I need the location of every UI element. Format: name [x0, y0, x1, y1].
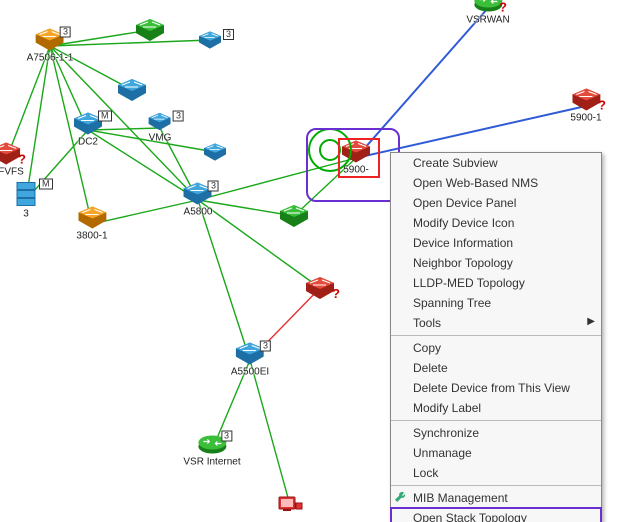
- device-node-dev_green_mid[interactable]: [280, 205, 308, 227]
- device-node-vmg[interactable]: 3 VMG: [149, 113, 172, 144]
- device-node-a5800[interactable]: 3 A5800: [184, 183, 213, 218]
- switch-blue-icon: M: [74, 113, 102, 135]
- device-node-dc2[interactable]: M DC2: [74, 113, 102, 148]
- device-node-irfvfs[interactable]: ?IRFVFS: [0, 143, 24, 178]
- menu-item-lldp-med-topology[interactable]: LLDP-MED Topology: [391, 273, 601, 293]
- warning-icon: ?: [598, 98, 606, 113]
- node-label: IRFVFS: [0, 167, 24, 178]
- device-node-a5500[interactable]: 3 A5500EI: [231, 343, 269, 378]
- node-badge: 3: [221, 431, 232, 442]
- menu-item-synchronize[interactable]: Synchronize: [391, 423, 601, 443]
- node-badge: 3: [208, 181, 219, 192]
- menu-separator: [391, 335, 601, 336]
- menu-item-lock[interactable]: Lock: [391, 463, 601, 483]
- switch-blue-icon: [118, 79, 146, 101]
- device-node-dev_blue1[interactable]: [118, 79, 146, 101]
- menu-item-spanning-tree[interactable]: Spanning Tree: [391, 293, 601, 313]
- device-node-stack3[interactable]: M3: [15, 181, 37, 220]
- menu-separator: [391, 420, 601, 421]
- node-label: 3: [23, 209, 29, 220]
- node-label: 5900-1: [570, 113, 601, 124]
- menu-item-open-web-based-nms[interactable]: Open Web-Based NMS: [391, 173, 601, 193]
- menu-item-unmanage[interactable]: Unmanage: [391, 443, 601, 463]
- menu-item-copy[interactable]: Copy: [391, 338, 601, 358]
- device-node-dev_red_mid[interactable]: ?: [306, 277, 334, 299]
- warning-icon: ?: [499, 0, 507, 15]
- node-label: A5500EI: [231, 367, 269, 378]
- node-label: DC2: [78, 137, 98, 148]
- device-node-dev_unk1[interactable]: [204, 143, 226, 161]
- device-node-dev_green1[interactable]: [136, 19, 164, 41]
- switch-green-icon: [280, 205, 308, 227]
- selected-device-box: [338, 138, 380, 178]
- topology-canvas[interactable]: { "colors": { "green_link": "#1aa81a", "…: [0, 0, 624, 522]
- stack-blue-icon: M: [15, 181, 37, 207]
- device-node-n3800[interactable]: 3800-1: [76, 207, 107, 242]
- router-green-icon: 3: [197, 433, 227, 455]
- menu-item-mib-management[interactable]: MIB Management: [391, 488, 601, 508]
- switch-orange-icon: [78, 207, 106, 229]
- switch-blue-small-icon: 3: [149, 113, 171, 131]
- switch-blue-icon: 3: [184, 183, 212, 205]
- switch-red-icon: ?: [572, 89, 600, 111]
- menu-item-tools[interactable]: Tools▶: [391, 313, 601, 333]
- menu-item-open-device-panel[interactable]: Open Device Panel: [391, 193, 601, 213]
- device-node-vsrint[interactable]: 3 VSR Internet: [183, 433, 240, 468]
- device-node-vsrwan[interactable]: ?VSRWAN: [466, 0, 509, 26]
- switch-red-icon: ?: [0, 143, 20, 165]
- warning-icon: ?: [332, 286, 340, 301]
- warning-icon: ?: [18, 152, 26, 167]
- pc-red-icon: [277, 495, 303, 515]
- menu-separator: [391, 485, 601, 486]
- switch-blue-small-icon: [204, 143, 226, 161]
- node-label: A5800: [184, 207, 213, 218]
- node-label: VMG: [149, 133, 172, 144]
- wrench-icon: [394, 490, 408, 504]
- menu-item-delete[interactable]: Delete: [391, 358, 601, 378]
- menu-item-device-information[interactable]: Device Information: [391, 233, 601, 253]
- menu-item-modify-label[interactable]: Modify Label: [391, 398, 601, 418]
- node-badge: 3: [223, 29, 234, 40]
- node-label: A7506-1-1: [27, 53, 74, 64]
- menu-item-delete-device-from-this-view[interactable]: Delete Device from This View: [391, 378, 601, 398]
- node-badge: 3: [173, 111, 184, 122]
- device-node-n5900_1[interactable]: ? 5900-1: [570, 89, 601, 124]
- menu-item-modify-device-icon[interactable]: Modify Device Icon: [391, 213, 601, 233]
- menu-item-neighbor-topology[interactable]: Neighbor Topology: [391, 253, 601, 273]
- switch-blue-small-icon: 3: [199, 31, 221, 49]
- submenu-arrow-icon: ▶: [587, 316, 595, 327]
- device-node-dev_blue_small[interactable]: 3: [199, 31, 221, 49]
- switch-blue-icon: 3: [236, 343, 264, 365]
- switch-red-icon: ?: [306, 277, 334, 299]
- switch-orange-icon: 3: [36, 29, 64, 51]
- menu-item-create-subview[interactable]: Create Subview: [391, 153, 601, 173]
- node-badge: 3: [260, 341, 271, 352]
- node-badge: M: [98, 111, 112, 122]
- device-node-a7506[interactable]: 3 A7506-1-1: [27, 29, 74, 64]
- device-node-pc_red[interactable]: [277, 495, 303, 515]
- menu-item-open-stack-topology[interactable]: Open Stack Topology: [390, 507, 602, 522]
- node-label: VSR Internet: [183, 457, 240, 468]
- context-menu[interactable]: Create SubviewOpen Web-Based NMSOpen Dev…: [390, 152, 602, 522]
- router-green-icon: ?: [473, 0, 503, 13]
- node-badge: M: [39, 179, 53, 190]
- node-badge: 3: [60, 27, 71, 38]
- node-label: VSRWAN: [466, 15, 509, 26]
- node-label: 3800-1: [76, 231, 107, 242]
- switch-green-icon: [136, 19, 164, 41]
